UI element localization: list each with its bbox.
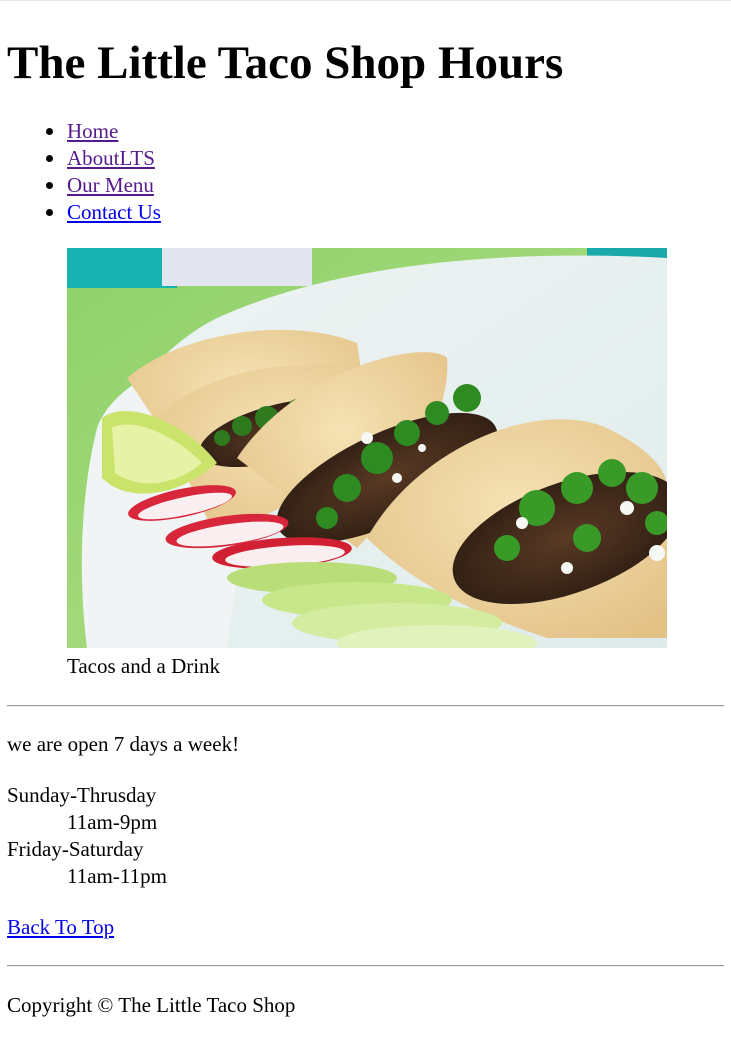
bullet-icon bbox=[46, 182, 53, 189]
nav-item-about: AboutLTS bbox=[46, 145, 724, 172]
hours-time: 11am-11pm bbox=[67, 864, 167, 888]
divider bbox=[7, 965, 724, 967]
nav-link-contact[interactable]: Contact Us bbox=[67, 200, 161, 224]
hours-list: Sunday-Thrusday 11am-9pm Friday-Saturday… bbox=[7, 782, 724, 890]
hours-days: Sunday-Thrusday bbox=[7, 783, 157, 807]
page-title: The Little Taco Shop Hours bbox=[7, 37, 564, 89]
divider bbox=[7, 705, 724, 707]
hours-days: Friday-Saturday bbox=[7, 837, 144, 861]
copyright-text: Copyright © The Little Taco Shop bbox=[7, 993, 296, 1017]
open-days-text: we are open 7 days a week! bbox=[7, 732, 240, 756]
back-to-top-link[interactable]: Back To Top bbox=[7, 915, 114, 939]
nav-item-home: Home bbox=[46, 118, 724, 145]
nav-item-contact: Contact Us bbox=[46, 199, 724, 226]
bullet-icon bbox=[46, 209, 53, 216]
tacos-figure: Tacos and a Drink bbox=[7, 248, 724, 680]
page: The Little Taco Shop Hours Home AboutLTS… bbox=[0, 1, 731, 1019]
tacos-photo bbox=[67, 248, 667, 648]
back-to-top-paragraph: Back To Top bbox=[7, 914, 724, 941]
hours-time: 11am-9pm bbox=[67, 810, 158, 834]
bullet-icon bbox=[46, 128, 53, 135]
nav-link-about[interactable]: AboutLTS bbox=[67, 146, 155, 170]
main-nav: Home AboutLTS Our Menu Contact Us bbox=[7, 118, 724, 226]
nav-item-menu: Our Menu bbox=[46, 172, 724, 199]
figure-caption: Tacos and a Drink bbox=[67, 654, 221, 678]
bullet-icon bbox=[46, 155, 53, 162]
nav-link-home[interactable]: Home bbox=[67, 119, 118, 143]
nav-link-menu[interactable]: Our Menu bbox=[67, 173, 154, 197]
